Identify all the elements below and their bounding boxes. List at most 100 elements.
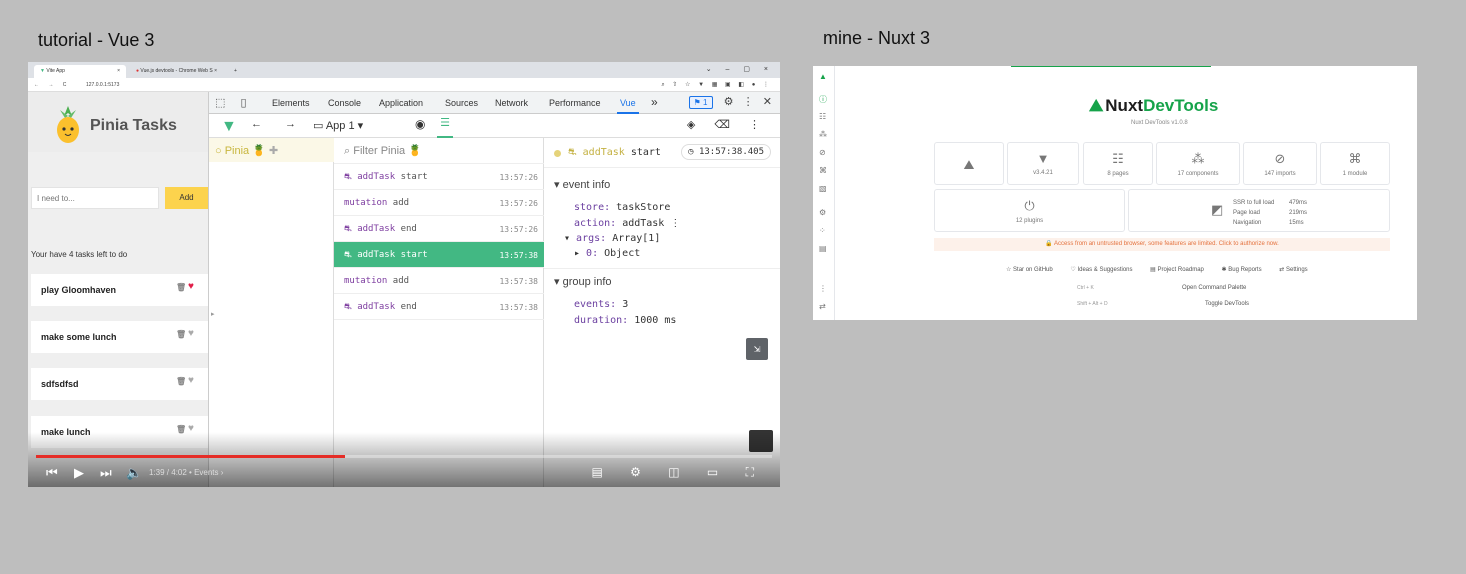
tab-network[interactable]: Network	[495, 98, 528, 108]
components-icon[interactable]: ⁂	[819, 130, 827, 139]
tab-sources[interactable]: Sources	[445, 98, 478, 108]
volume-icon[interactable]: 🔈	[126, 465, 142, 481]
nav-arrows-icon[interactable]: ← →	[251, 118, 306, 130]
card-imports[interactable]: ⊘ 147 imports	[1243, 142, 1317, 185]
detail-phase: start	[630, 147, 661, 158]
card-components[interactable]: ⁂ 17 components	[1156, 142, 1240, 185]
new-tab-button[interactable]: +	[228, 65, 242, 78]
extension-icons[interactable]: ⌕ ⇧ ☆ ▼ ▦ ▣ ◧ ● ⋮	[661, 81, 772, 89]
link-label: Star on GitHub	[1013, 267, 1053, 273]
roadmap-link[interactable]: ▤ Project Roadmap	[1150, 267, 1212, 273]
trash-icon[interactable]: 🗑	[176, 377, 186, 386]
close-tab-icon[interactable]: ×	[214, 68, 217, 74]
previous-icon[interactable]: ⏮	[46, 465, 58, 481]
new-task-input[interactable]	[31, 187, 159, 209]
heart-icon[interactable]: ♥	[188, 328, 194, 339]
url-field[interactable]: 127.0.0.1:5173	[86, 82, 119, 88]
tab-elements[interactable]: Elements	[272, 98, 310, 108]
settings-icon[interactable]: ⚙	[819, 208, 826, 217]
card-plugins[interactable]: ⏻ 12 plugins	[934, 189, 1125, 232]
timestamp-chip: ◷ 13:57:38.405	[681, 144, 771, 160]
inspect-device-icons[interactable]: ⬚ ▯	[215, 96, 253, 109]
card-pages[interactable]: ☷ 8 pages	[1083, 142, 1153, 185]
event-row[interactable]: ⛐ addTask start 13:57:26	[334, 164, 544, 190]
event-label: mutation	[344, 198, 388, 208]
window-controls[interactable]: ⌄ – ▢ ×	[706, 65, 774, 73]
link-label: Bug Reports	[1228, 267, 1262, 273]
tab-performance[interactable]: Performance	[549, 98, 601, 108]
chrome-devtools: ⬚ ▯ Elements Console Application Sources…	[208, 92, 780, 487]
layer-label: Pinia	[224, 145, 250, 157]
vue-icon: ▼	[1036, 151, 1050, 166]
issues-badge[interactable]: ⚑ 1	[688, 96, 713, 109]
app-header: Pinia Tasks	[28, 92, 208, 152]
imports-icon[interactable]: ⊘	[819, 148, 826, 157]
browser-tab-active[interactable]: ▼ Vite App ×	[34, 65, 126, 78]
more-icon[interactable]: ⋮	[819, 284, 827, 293]
browser-tab[interactable]: ● Vue.js devtools - Chrome Web S ×	[130, 65, 226, 78]
assets-icon[interactable]: ▧	[819, 184, 827, 193]
open-command-palette[interactable]: Open Command Palette	[1182, 285, 1246, 291]
timeline-icon[interactable]: ☰	[437, 116, 453, 138]
heart-icon[interactable]: ♥	[188, 281, 194, 292]
tab-console[interactable]: Console	[328, 98, 361, 108]
ideas-link[interactable]: ♡ Ideas & Suggestions	[1070, 267, 1140, 273]
section-title: group info	[562, 276, 612, 288]
nuxt-sidebar: ▲ ⓘ ☷ ⁂ ⊘ ⌘ ▧ ⚙ ⁘ ▤ ⋮ ⇄	[813, 66, 835, 320]
overview-icon[interactable]: ⓘ	[819, 94, 827, 105]
close-tab-icon[interactable]: ×	[117, 68, 120, 74]
task-label: play Gloomhaven	[41, 285, 117, 295]
stat-label: SSR to full load	[1233, 200, 1275, 206]
kebab-menu-icon[interactable]: ⋮	[743, 96, 754, 108]
graph-icon[interactable]: ⁘	[819, 226, 826, 235]
card-modules[interactable]: ⌘ 1 module	[1320, 142, 1390, 185]
toolbar-right-icons[interactable]: ◈ ⌫ ⋮	[687, 118, 768, 131]
link-label: Ideas & Suggestions	[1077, 267, 1133, 273]
settings-link[interactable]: ⇄ Settings	[1279, 267, 1315, 273]
trash-icon[interactable]: 🗑	[176, 283, 186, 292]
chapter-label[interactable]: • Events	[189, 468, 218, 477]
open-in-editor-icon[interactable]: ⇲	[746, 338, 768, 360]
compass-icon[interactable]: ◉	[415, 117, 425, 131]
expand-caret-icon[interactable]: ▸	[211, 310, 215, 318]
player-right-controls[interactable]: ▤ ⚙ ◫ ▭ ⛶	[591, 465, 766, 480]
terminal-icon[interactable]: ▤	[819, 244, 827, 253]
card-vue[interactable]: ▼ v3.4.21	[1007, 142, 1079, 185]
pages-icon[interactable]: ☷	[819, 112, 826, 121]
prop-args[interactable]: ▾ args: Array[1]	[564, 233, 660, 244]
play-icon[interactable]: ▶	[74, 465, 84, 481]
event-row-selected[interactable]: ⛐ addTask start 13:57:38	[334, 242, 544, 268]
star-github-link[interactable]: ☆ Star on GitHub	[1006, 267, 1061, 273]
card-nuxt[interactable]: ⛰	[934, 142, 1004, 185]
prop-arg-0[interactable]: ▸ 0: Object	[574, 248, 640, 259]
bug-reports-link[interactable]: ✱ Bug Reports	[1222, 267, 1270, 273]
prop-key: action:	[574, 218, 617, 229]
untrusted-browser-warning[interactable]: 🔒 Access from an untrusted browser, some…	[934, 238, 1390, 251]
layer-pinia[interactable]: ○ Pinia 🍍 ✚	[209, 138, 334, 162]
filter-pinia-input[interactable]: ⌕ Filter Pinia 🍍	[334, 138, 544, 164]
adjust-icon[interactable]: ⇄	[819, 302, 826, 311]
group-info-toggle[interactable]: ▾ group info	[554, 275, 612, 288]
nuxt-logo-icon[interactable]: ▲	[819, 72, 827, 81]
add-task-button[interactable]: Add	[165, 187, 208, 209]
app-selector[interactable]: ▭ App 1 ▾	[313, 119, 363, 132]
tab-application[interactable]: Application	[379, 98, 423, 108]
event-row[interactable]: mutation add 13:57:38	[334, 268, 544, 294]
close-devtools-icon[interactable]: ✕	[763, 96, 772, 108]
modules-icon[interactable]: ⌘	[819, 166, 827, 175]
heart-icon[interactable]: ♥	[188, 375, 194, 386]
next-icon[interactable]: ⏭	[100, 465, 112, 481]
prop-value: 3	[622, 299, 629, 310]
nav-buttons[interactable]: ← → C	[34, 82, 70, 88]
event-row[interactable]: ⛐ addTask end 13:57:38	[334, 294, 544, 320]
toggle-devtools[interactable]: Toggle DevTools	[1205, 301, 1249, 307]
stat-row: SSR to full load 479ms	[1233, 198, 1307, 208]
tab-vue[interactable]: Vue	[617, 98, 639, 114]
event-row[interactable]: mutation add 13:57:26	[334, 190, 544, 216]
event-row[interactable]: ⛐ addTask end 13:57:26	[334, 216, 544, 242]
event-info-toggle[interactable]: ▾ event info	[554, 178, 610, 191]
kebab-menu-icon[interactable]: ⋮	[670, 218, 680, 229]
gear-icon[interactable]: ⚙	[724, 96, 734, 108]
trash-icon[interactable]: 🗑	[176, 330, 186, 339]
more-tabs-icon[interactable]: »	[651, 95, 658, 109]
